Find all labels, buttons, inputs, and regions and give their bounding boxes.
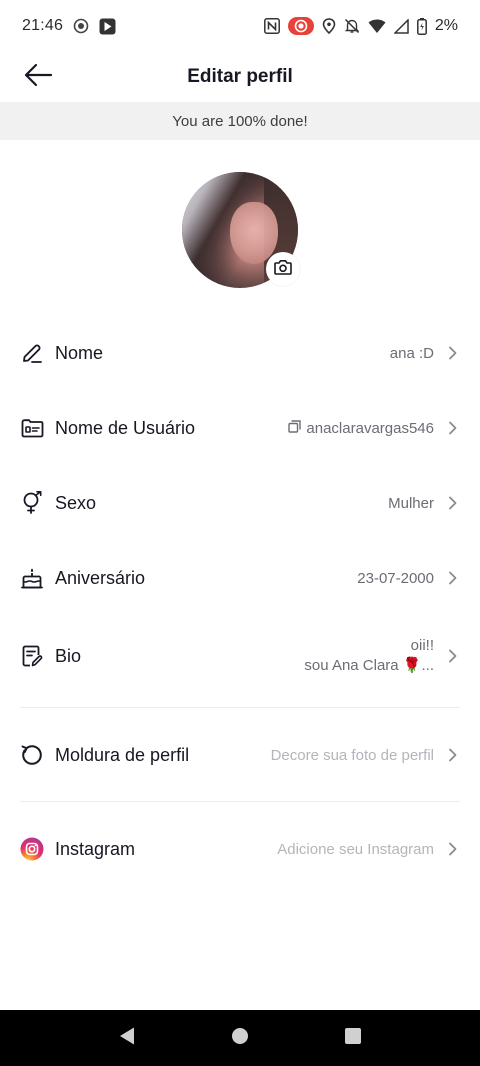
row-gender-label: Sexo — [55, 492, 97, 513]
battery-percent: 2% — [434, 17, 458, 34]
change-photo-button[interactable] — [266, 252, 300, 286]
row-bio-value: oii!! sou Ana Clara 🌹... — [304, 636, 434, 676]
back-arrow-icon — [23, 63, 53, 92]
chevron-right-icon — [446, 748, 460, 762]
row-name[interactable]: Nome ana :D — [0, 316, 480, 390]
refresh-circle-icon — [20, 743, 44, 767]
location-icon — [322, 18, 336, 34]
pencil-icon — [20, 341, 44, 365]
row-name-value: ana :D — [389, 344, 434, 362]
nav-back-icon — [118, 1026, 136, 1051]
chevron-right-icon — [446, 649, 460, 663]
row-instagram-value: Adicione seu Instagram — [277, 840, 434, 858]
row-birthday-value: 23-07-2000 — [357, 569, 434, 587]
divider — [20, 707, 460, 708]
row-username-label: Nome de Usuário — [55, 417, 196, 438]
row-gender[interactable]: Sexo Mulher — [0, 466, 480, 540]
nav-back-button[interactable] — [107, 1018, 147, 1058]
chevron-right-icon — [446, 842, 460, 856]
row-bio-label: Bio — [55, 645, 82, 666]
chevron-right-icon — [446, 571, 460, 585]
row-name-label: Nome — [55, 342, 104, 363]
nav-recents-icon — [344, 1027, 362, 1050]
nfc-icon — [263, 18, 280, 34]
nav-home-icon — [231, 1027, 249, 1050]
avatar-container[interactable] — [182, 172, 300, 288]
progress-text: You are 100% done! — [172, 112, 308, 130]
chevron-right-icon — [446, 346, 460, 360]
nav-home-button[interactable] — [220, 1018, 260, 1058]
bio-line-1: oii!! — [410, 637, 434, 654]
back-button[interactable] — [20, 60, 56, 94]
divider — [20, 801, 460, 802]
row-profile-frame-value: Decore sua foto de perfil — [270, 746, 434, 764]
row-profile-frame[interactable]: Moldura de perfil Decore sua foto de per… — [0, 718, 480, 792]
status-time: 21:46 — [22, 17, 64, 34]
instagram-icon — [20, 837, 44, 861]
status-left: 21:46 — [22, 17, 116, 35]
row-bio[interactable]: Bio oii!! sou Ana Clara 🌹... — [0, 616, 480, 696]
nav-recents-button[interactable] — [333, 1018, 373, 1058]
record-icon — [73, 18, 89, 34]
bio-line-2: sou Ana Clara 🌹... — [304, 657, 434, 674]
id-card-icon — [20, 416, 44, 440]
bio-edit-icon — [20, 644, 44, 668]
row-profile-frame-label: Moldura de perfil — [55, 744, 190, 765]
chevron-right-icon — [446, 496, 460, 510]
row-username[interactable]: Nome de Usuário anaclaravargas546 — [0, 390, 480, 466]
cake-icon — [20, 566, 44, 590]
system-nav-bar — [0, 1010, 480, 1066]
gender-icon — [20, 491, 44, 515]
row-instagram-label: Instagram — [55, 838, 136, 859]
status-bar: 21:46 2% — [0, 0, 480, 52]
wifi-icon — [368, 19, 386, 34]
battery-icon — [416, 17, 427, 35]
header: Editar perfil — [0, 52, 480, 102]
chevron-right-icon — [446, 421, 460, 435]
row-birthday-label: Aniversário — [55, 567, 146, 588]
copy-icon[interactable] — [288, 419, 302, 437]
row-username-value-wrap: anaclaravargas546 — [288, 420, 434, 437]
row-birthday[interactable]: Aniversário 23-07-2000 — [0, 540, 480, 616]
row-gender-value: Mulher — [388, 494, 434, 512]
status-right: 2% — [263, 17, 458, 35]
row-username-value: anaclaravargas546 — [306, 419, 434, 437]
camera-icon — [274, 259, 292, 280]
bell-off-icon — [344, 18, 360, 34]
progress-banner: You are 100% done! — [0, 102, 480, 140]
page-title: Editar perfil — [187, 66, 293, 87]
screen-record-icon — [287, 17, 314, 35]
signal-icon — [393, 18, 409, 34]
play-store-icon — [99, 18, 116, 35]
row-instagram[interactable]: Instagram Adicione seu Instagram — [0, 812, 480, 886]
